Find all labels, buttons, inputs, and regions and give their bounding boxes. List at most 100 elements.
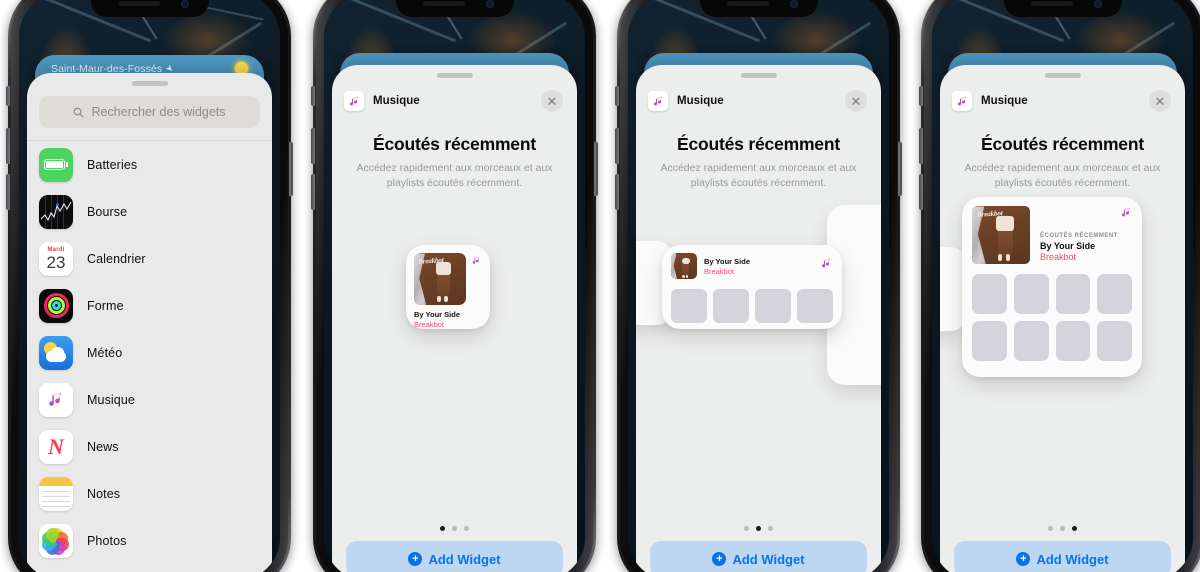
widget-carousel[interactable]: By Your Side Breakbot <box>636 191 881 526</box>
page-indicator[interactable] <box>332 526 577 541</box>
close-icon[interactable]: ✕ <box>845 90 867 112</box>
mute-switch[interactable] <box>615 86 619 106</box>
volume-up-button[interactable] <box>919 128 923 164</box>
placeholder-tile <box>1013 274 1049 315</box>
notch <box>1003 0 1122 17</box>
widget-list[interactable]: Batteries Bourse Mardi 23 Calendrier For… <box>27 141 272 572</box>
list-item-bourse[interactable]: Bourse <box>39 188 272 235</box>
page-dot-3[interactable] <box>768 526 773 531</box>
volume-up-button[interactable] <box>6 128 10 164</box>
widget-carousel[interactable]: Breakbot By Your Side Breakbot <box>332 191 577 526</box>
placeholder-tile <box>1013 321 1049 362</box>
news-app-icon: N <box>39 429 73 464</box>
list-item-musique[interactable]: Musique <box>39 376 272 423</box>
phone-1-widget-gallery: Saint-Maur-des-Fossés ➤ Rechercher des w… <box>6 0 293 572</box>
detail-header: Musique ✕ <box>940 84 1185 112</box>
add-widget-button[interactable]: + Add Widget <box>346 541 563 572</box>
volume-up-button[interactable] <box>311 128 315 164</box>
placeholder-tile <box>1055 321 1091 362</box>
page-dot-1[interactable] <box>744 526 749 531</box>
add-widget-label: Add Widget <box>428 551 501 567</box>
page-dot-3[interactable] <box>464 526 469 531</box>
list-item-news[interactable]: N News <box>39 423 272 470</box>
search-icon <box>73 107 84 118</box>
sheet-grabber[interactable] <box>436 73 473 78</box>
volume-down-button[interactable] <box>311 174 315 210</box>
power-button[interactable] <box>594 142 598 196</box>
mute-switch[interactable] <box>919 86 923 106</box>
app-name: Musique <box>677 95 724 107</box>
track-title: By Your Side <box>704 256 750 266</box>
mute-switch[interactable] <box>6 86 10 106</box>
list-item-batteries[interactable]: Batteries <box>39 141 272 188</box>
detail-header: Musique ✕ <box>332 84 577 112</box>
search-input[interactable]: Rechercher des widgets <box>39 96 260 128</box>
calendar-day-label: Mardi <box>47 246 65 253</box>
widget-description: Accédez rapidement aux morceaux et aux p… <box>356 162 553 190</box>
phone-3-medium-widget: Musique ✕ Écoutés récemment Accédez rapi… <box>615 0 902 572</box>
sheet-grabber[interactable] <box>740 73 777 78</box>
placeholder-tile <box>755 289 791 324</box>
power-button[interactable] <box>898 142 902 196</box>
placeholder-grid <box>962 272 1142 371</box>
page-dot-2[interactable] <box>1060 526 1065 531</box>
phone-4-large-widget: Musique ✕ Écoutés récemment Accédez rapi… <box>919 0 1200 572</box>
app-name: Musique <box>981 95 1028 107</box>
volume-up-button[interactable] <box>615 128 619 164</box>
power-button[interactable] <box>289 142 293 196</box>
widget-carousel[interactable]: Breakbot ÉCOUTÉS RÉCEMMENT By Your Side … <box>940 191 1185 526</box>
add-widget-button[interactable]: + Add Widget <box>954 541 1171 572</box>
notch <box>395 0 514 17</box>
list-item-label: Musique <box>87 392 135 407</box>
mute-switch[interactable] <box>311 86 315 106</box>
phone-screen: Musique ✕ Écoutés récemment Accédez rapi… <box>628 0 889 572</box>
sheet-grabber[interactable] <box>131 81 168 86</box>
close-icon[interactable]: ✕ <box>1149 90 1171 112</box>
earpiece-speaker <box>117 1 160 6</box>
weather-app-icon <box>39 335 73 370</box>
music-app-icon <box>648 91 668 111</box>
placeholder-tile <box>972 321 1007 362</box>
list-item-photos[interactable]: Photos <box>39 517 272 564</box>
album-logo: Breakbot <box>417 255 444 266</box>
close-icon[interactable]: ✕ <box>541 90 563 112</box>
add-widget-label: Add Widget <box>732 551 805 567</box>
page-dot-1[interactable] <box>440 526 445 531</box>
list-item-forme[interactable]: Forme <box>39 282 272 329</box>
detail-header: Musique ✕ <box>636 84 881 112</box>
volume-down-button[interactable] <box>615 174 619 210</box>
list-item-notes[interactable]: Notes <box>39 470 272 517</box>
plus-circle-icon: + <box>1016 552 1031 566</box>
phone-screen: Musique ✕ Écoutés récemment Accédez rapi… <box>324 0 585 572</box>
page-dot-2[interactable] <box>452 526 457 531</box>
sheet-grabber[interactable] <box>1044 73 1081 78</box>
add-widget-button[interactable]: + Add Widget <box>650 541 867 572</box>
screenshot-root: Saint-Maur-des-Fossés ➤ Rechercher des w… <box>0 0 1200 572</box>
page-dot-2[interactable] <box>756 526 761 531</box>
placeholder-tile <box>1055 274 1091 315</box>
list-item-meteo[interactable]: Météo <box>39 329 272 376</box>
page-indicator[interactable] <box>636 526 881 541</box>
batteries-app-icon <box>39 147 73 182</box>
volume-down-button[interactable] <box>6 174 10 210</box>
list-item-label: Batteries <box>87 157 138 172</box>
fitness-app-icon <box>39 288 73 323</box>
photos-app-icon <box>39 523 73 558</box>
volume-down-button[interactable] <box>919 174 923 210</box>
widget-preview-large[interactable]: Breakbot ÉCOUTÉS RÉCEMMENT By Your Side … <box>962 197 1142 378</box>
list-item-label: Photos <box>87 533 127 548</box>
artist-name: Breakbot <box>704 266 735 276</box>
widget-preview-small[interactable]: Breakbot By Your Side Breakbot <box>406 245 490 330</box>
page-indicator[interactable] <box>940 526 1185 541</box>
placeholder-tile <box>1097 274 1132 315</box>
list-item-calendrier[interactable]: Mardi 23 Calendrier <box>39 235 272 282</box>
page-dot-1[interactable] <box>1048 526 1053 531</box>
search-container: Rechercher des widgets <box>27 92 272 141</box>
widget-preview-medium[interactable]: By Your Side Breakbot <box>662 245 842 330</box>
album-art: Breakbot <box>414 253 466 306</box>
list-item-label: Météo <box>87 345 123 360</box>
music-note-icon <box>1120 206 1133 224</box>
notes-app-icon <box>39 476 73 511</box>
plus-circle-icon: + <box>408 552 423 566</box>
page-dot-3[interactable] <box>1072 526 1077 531</box>
